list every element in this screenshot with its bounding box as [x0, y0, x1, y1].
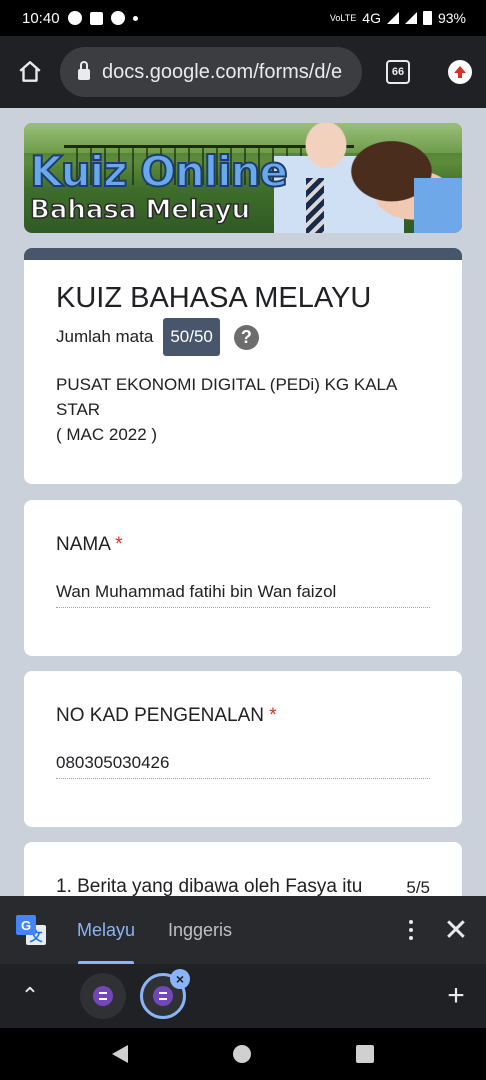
close-translate-icon[interactable]: ✕	[426, 896, 486, 964]
form-banner-image: Kuiz Online Bahasa Melayu	[24, 123, 462, 233]
translate-bar: 文 G Melayu Inggeris ✕	[0, 896, 486, 964]
score-row: Jumlah mata 50/50 ?	[56, 318, 259, 356]
form-header-card: KUIZ BAHASA MELAYU Jumlah mata 50/50 ? P…	[24, 248, 462, 484]
score-label: Jumlah mata	[56, 327, 154, 346]
volte-label: VoLTE	[329, 13, 357, 23]
home-nav-icon[interactable]	[232, 1045, 251, 1063]
banner-title: Kuiz Online	[29, 147, 289, 196]
system-nav-bar	[0, 1028, 486, 1080]
back-icon[interactable]	[112, 1045, 129, 1063]
question-points: 5/5	[406, 878, 430, 896]
description-line: PUSAT EKONOMI DIGITAL (PEDi) KG KALA	[56, 375, 398, 394]
answer-field-nama[interactable]: Wan Muhammad fatihi bin Wan faizol	[56, 582, 430, 608]
description-line: ( MAC 2022 )	[56, 425, 158, 444]
signal-icon-2	[404, 12, 417, 24]
more-options-icon[interactable]	[396, 896, 426, 964]
chevron-up-icon[interactable]: ⌃	[0, 964, 60, 1028]
close-tab-icon[interactable]: ×	[170, 969, 190, 989]
question-text: NO KAD PENGENALAN	[56, 705, 264, 726]
home-icon	[19, 61, 41, 82]
google-forms-icon	[153, 986, 173, 1006]
tab-lang-target[interactable]: Inggeris	[168, 896, 232, 964]
question-text: NAMA	[56, 534, 110, 555]
tab-strip: ⌃ × +	[0, 964, 486, 1028]
form-title: KUIZ BAHASA MELAYU	[56, 282, 372, 314]
new-tab-button[interactable]: +	[426, 964, 486, 1028]
question-card-nama: NAMA * Wan Muhammad fatihi bin Wan faizo…	[24, 500, 462, 656]
signal-icon	[386, 12, 399, 24]
tab-forms-1[interactable]	[80, 973, 126, 1019]
score-badge: 50/50	[163, 318, 220, 356]
question-text: 1. Berita yang dibawa oleh Fasya itu	[56, 876, 363, 896]
address-bar[interactable]: docs.google.com/forms/d/e	[60, 47, 362, 97]
question-label: NAMA *	[56, 534, 123, 556]
messenger-icon	[110, 11, 125, 25]
description-line: STAR	[56, 400, 101, 419]
status-bar: 10:40 VoLTE 4G 93%	[0, 0, 486, 36]
google-forms-icon	[93, 986, 113, 1006]
update-icon	[448, 60, 472, 84]
answer-field-ic[interactable]: 080305030426	[56, 753, 430, 779]
tab-switcher-button[interactable]: 66	[362, 36, 434, 108]
google-translate-icon: 文 G	[16, 915, 46, 945]
update-button[interactable]	[434, 36, 486, 108]
page-content: Kuiz Online Bahasa Melayu KUIZ BAHASA ME…	[0, 108, 486, 896]
tab-count: 66	[386, 60, 410, 84]
question-card-1: 1. Berita yang dibawa oleh Fasya itu 5/5	[24, 842, 462, 896]
form-description: PUSAT EKONOMI DIGITAL (PEDi) KG KALA STA…	[56, 372, 426, 447]
browser-toolbar: docs.google.com/forms/d/e 66	[0, 36, 486, 108]
home-button[interactable]	[0, 36, 60, 108]
question-card-ic: NO KAD PENGENALAN * 080305030426	[24, 671, 462, 827]
battery-percent: 93%	[437, 10, 466, 26]
required-asterisk: *	[115, 534, 123, 555]
network-type: 4G	[362, 10, 381, 26]
question-label: NO KAD PENGENALAN *	[56, 705, 277, 727]
lock-icon	[78, 61, 90, 80]
recents-icon[interactable]	[355, 1045, 374, 1063]
url-text: docs.google.com/forms/d/e	[102, 60, 343, 83]
facebook-icon	[89, 11, 103, 25]
more-notifications-icon	[132, 15, 138, 21]
help-icon[interactable]: ?	[233, 324, 259, 350]
battery-icon	[422, 11, 432, 25]
status-time: 10:40	[22, 9, 60, 27]
tab-forms-2-active[interactable]: ×	[140, 969, 190, 1019]
required-asterisk: *	[269, 705, 277, 726]
banner-subtitle: Bahasa Melayu	[29, 195, 251, 225]
tab-lang-source[interactable]: Melayu	[77, 896, 135, 964]
notification-icon	[67, 11, 82, 25]
